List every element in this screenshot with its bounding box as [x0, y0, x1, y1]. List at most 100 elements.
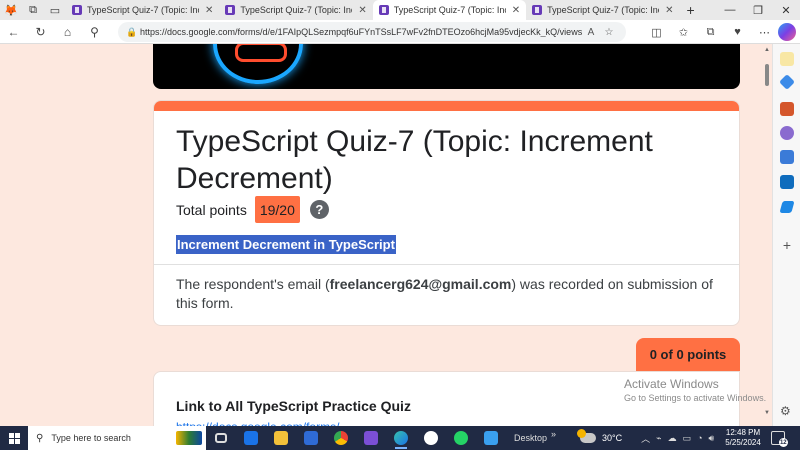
browser-tab[interactable]: TypeScript Quiz-7 (Topic: Increment ✕: [219, 0, 372, 20]
scroll-up-icon[interactable]: ▲: [764, 47, 770, 53]
google-forms-icon: [532, 5, 543, 15]
weather-icon: [577, 429, 597, 443]
store-icon: [304, 431, 318, 445]
search-sidebar-icon[interactable]: [780, 52, 794, 66]
close-tab-icon[interactable]: ✕: [205, 5, 213, 16]
outlook-icon[interactable]: [780, 175, 794, 189]
watermark-line2: Go to Settings to activate Windows.: [624, 393, 767, 403]
send-icon[interactable]: [779, 201, 795, 213]
clock-date: 5/25/2024: [725, 438, 761, 447]
visual-studio-icon: [364, 431, 378, 445]
workspaces-icon[interactable]: ⧉: [22, 0, 44, 20]
extension-icon[interactable]: ♥: [724, 20, 751, 44]
battery-icon[interactable]: ▭: [683, 433, 692, 444]
taskbar-mail[interactable]: [236, 426, 266, 450]
close-tab-icon[interactable]: ✕: [358, 5, 366, 16]
tab-actions-icon[interactable]: ▭: [44, 0, 66, 20]
search-icon: ⚲: [36, 432, 44, 444]
toolbar-chevron-icon[interactable]: »: [551, 429, 556, 439]
browser-tab-strip: 🦊 ⧉ ▭ TypeScript Quiz-7 (Topic: Incremen…: [0, 0, 800, 20]
windows-taskbar: ⚲ Type here to search Desktop » 30°C ︿ ⌁…: [0, 426, 800, 450]
divider: [154, 264, 739, 265]
back-icon[interactable]: ←: [0, 20, 27, 44]
task-view-button[interactable]: [206, 426, 236, 450]
section-score-badge: 0 of 0 points: [636, 338, 740, 371]
close-tab-icon[interactable]: ✕: [512, 5, 520, 16]
watermark-line1: Activate Windows: [624, 377, 719, 391]
network-icon[interactable]: ◔: [697, 433, 702, 443]
toolbar-right: ◫ ✩ ⧉ ♥ ⋯: [643, 20, 778, 44]
form-header-image: [153, 44, 740, 89]
edge-sidebar: + ⚙: [772, 44, 800, 426]
tab-title: TypeScript Quiz-7 (Topic: Increment: [87, 5, 199, 15]
more-menu-icon[interactable]: ⋯: [751, 20, 778, 44]
games-icon[interactable]: [780, 126, 794, 140]
search-highlight-image: [176, 431, 202, 445]
favorite-star-icon[interactable]: ☆: [600, 27, 618, 38]
help-icon[interactable]: ?: [309, 200, 329, 219]
email-recorded-note: The respondent's email (freelancerg624@g…: [176, 275, 716, 313]
address-bar[interactable]: 🔒 https://docs.google.com/forms/d/e/1FAI…: [118, 22, 626, 42]
onedrive-icon[interactable]: ☁: [668, 433, 677, 444]
taskbar-whatsapp[interactable]: [416, 426, 446, 450]
link-section-title: Link to All TypeScript Practice Quiz: [176, 398, 411, 414]
clock-time: 12:48 PM: [725, 428, 761, 437]
split-screen-icon[interactable]: ◫: [643, 20, 670, 44]
copilot-icon[interactable]: [778, 23, 796, 41]
task-view-icon: [215, 433, 227, 443]
show-hidden-icons-icon[interactable]: ︿: [641, 432, 650, 445]
minimize-icon[interactable]: —: [716, 0, 744, 20]
taskbar-file-explorer[interactable]: [266, 426, 296, 450]
desktop-toolbar-label[interactable]: Desktop: [514, 433, 547, 443]
scroll-down-icon[interactable]: ▼: [764, 410, 770, 416]
paint-icon: [484, 431, 498, 445]
respondent-email: freelancerg624@gmail.com: [329, 276, 512, 292]
add-sidebar-icon[interactable]: +: [780, 238, 794, 252]
taskbar-paint[interactable]: [476, 426, 506, 450]
microsoft365-icon[interactable]: [780, 150, 794, 164]
taskbar-visual-studio[interactable]: [356, 426, 386, 450]
home-icon[interactable]: ⌂: [54, 20, 81, 44]
shopping-tag-icon[interactable]: [779, 74, 795, 90]
notification-count: 12: [778, 438, 788, 447]
lock-icon[interactable]: 🔒: [126, 27, 140, 38]
tab-title: TypeScript Quiz-7 (Topic: Increment: [240, 5, 352, 15]
taskbar-chrome[interactable]: [326, 426, 356, 450]
meet-now-icon[interactable]: ⌁: [656, 433, 661, 444]
notification-center-icon[interactable]: 12: [770, 431, 788, 447]
browser-tab-active[interactable]: TypeScript Quiz-7 (Topic: Increment ✕: [372, 0, 527, 20]
mail-icon: [244, 431, 258, 445]
url-text[interactable]: https://docs.google.com/forms/d/e/1FAIpQ…: [140, 27, 582, 37]
sidebar-settings-icon[interactable]: ⚙: [780, 404, 791, 418]
restore-icon[interactable]: ❐: [744, 0, 772, 20]
collections-icon[interactable]: ⧉: [697, 20, 724, 44]
volume-icon[interactable]: 🔊︎: [709, 433, 715, 444]
page-scrollbar[interactable]: ▲ ▼: [762, 44, 772, 426]
weather-widget[interactable]: 30°C: [577, 429, 622, 443]
close-window-icon[interactable]: ✕: [772, 0, 800, 20]
search-icon[interactable]: ⚲: [81, 20, 108, 44]
tab-title: TypeScript Quiz-7 (Topic: Increment: [393, 5, 506, 15]
scroll-thumb[interactable]: [765, 64, 769, 86]
read-aloud-icon[interactable]: A: [582, 27, 600, 38]
refresh-icon[interactable]: ↻: [27, 20, 54, 44]
taskbar-store[interactable]: [296, 426, 326, 450]
taskbar-search[interactable]: ⚲ Type here to search: [28, 426, 206, 450]
page-title: TypeScript Quiz-7 (Topic: Increment Decr…: [176, 125, 653, 195]
start-button[interactable]: [0, 426, 28, 450]
browser-tab[interactable]: TypeScript Quiz-7 (Topic: Increment ✕: [526, 0, 679, 20]
favorites-icon[interactable]: ✩: [670, 20, 697, 44]
new-tab-button[interactable]: +: [680, 2, 702, 18]
whatsapp-icon: [424, 431, 438, 445]
browser-toolbar: ← ↻ ⌂ ⚲ 🔒 https://docs.google.com/forms/…: [0, 20, 800, 44]
close-tab-icon[interactable]: ✕: [665, 5, 673, 16]
taskbar-edge[interactable]: [386, 426, 416, 450]
browser-tab[interactable]: TypeScript Quiz-7 (Topic: Increment ✕: [66, 0, 219, 20]
taskbar-whatsapp-alt[interactable]: [446, 426, 476, 450]
tools-briefcase-icon[interactable]: [780, 102, 794, 116]
tab-title: TypeScript Quiz-7 (Topic: Increment: [547, 5, 659, 15]
system-tray: ︿ ⌁ ☁ ▭ ◔ 🔊︎: [638, 432, 717, 445]
search-placeholder: Type here to search: [51, 433, 131, 443]
taskbar-clock[interactable]: 12:48 PM 5/25/2024: [725, 428, 761, 448]
profile-icon[interactable]: 🦊: [0, 0, 22, 20]
